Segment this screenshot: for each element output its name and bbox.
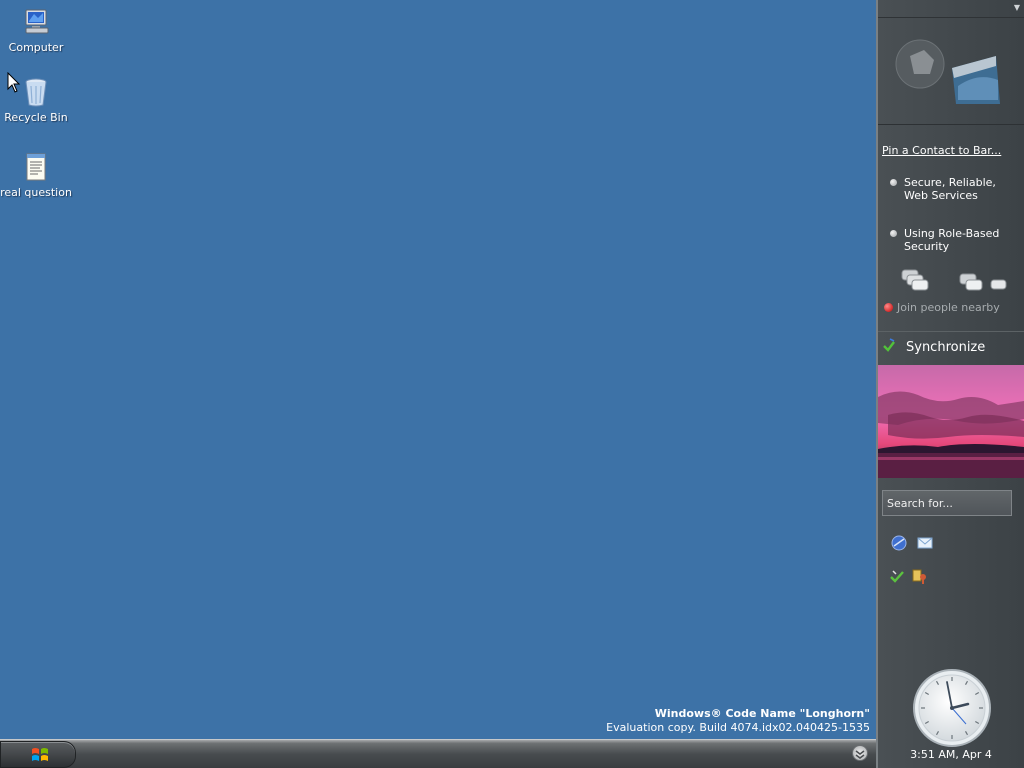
desktop-icon-label: Recycle Bin [4,111,68,124]
sidebar-menu-arrow-icon[interactable]: ▼ [1014,3,1020,12]
security-keys-icon[interactable] [910,567,928,585]
sidebar: ▼ Pin a Contact to Bar... Secure, Reliab… [876,0,1024,768]
clock-time-label: 3:51 AM, Apr 4 [910,748,992,761]
search-input[interactable] [882,490,1012,516]
news-item-line: Security [904,240,950,253]
desktop-icon-label: Computer [8,41,64,54]
news-item[interactable]: Using Role-Based Security [888,227,1018,253]
people-chat-icon[interactable] [958,272,986,294]
chat-bubble-icon[interactable] [990,279,1008,293]
text-document-icon [26,153,46,181]
contact-tile-icon[interactable] [894,38,946,90]
join-people-link[interactable]: Join people nearby [884,301,1000,314]
synchronize-button[interactable]: Synchronize [882,338,985,355]
news-item-line: Secure, Reliable, [904,176,996,189]
photo-tile-icon[interactable] [948,52,1006,110]
taskbar [0,739,876,768]
synchronize-label: Synchronize [906,340,986,355]
bullet-icon [890,230,897,237]
divider [878,331,1024,332]
sidebar-header: ▼ [878,0,1024,18]
start-button[interactable] [0,741,76,768]
analog-clock[interactable] [912,668,992,748]
news-item[interactable]: Secure, Reliable, Web Services [888,176,1018,202]
mail-icon[interactable] [916,534,934,552]
watermark-title: Windows® Code Name "Longhorn" [654,707,870,720]
desktop: Computer Recycle Bin real question Windo… [0,0,876,739]
bullet-icon [890,179,897,186]
computer-icon [25,9,49,34]
people-chat-icon[interactable] [900,268,930,294]
slideshow-sunset-image[interactable] [878,365,1024,478]
windows-flag-icon [32,748,48,761]
watermark-build: Evaluation copy. Build 4074.idx02.040425… [606,721,870,734]
sync-arrows-icon [883,338,895,352]
news-item-line: Web Services [904,189,978,202]
sidebar-tile-area [878,18,1024,125]
status-offline-icon [884,303,893,312]
pin-contact-link[interactable]: Pin a Contact to Bar... [882,144,1001,157]
desktop-icon-real-question[interactable]: real question [0,151,72,199]
news-item-line: Using Role-Based [904,227,1000,240]
refresh-icon[interactable] [888,567,906,585]
build-watermark: Windows® Code Name "Longhorn" Evaluation… [606,707,870,735]
network-icon[interactable] [890,534,908,552]
mouse-pointer-icon [7,72,21,93]
recycle-bin-icon [25,78,47,107]
join-people-label: Join people nearby [897,301,1000,314]
chevron-down-icon [855,750,865,759]
tray-expand-button[interactable] [852,745,868,761]
desktop-icon-computer[interactable]: Computer [0,6,72,54]
desktop-icon-label: real question [0,186,72,199]
